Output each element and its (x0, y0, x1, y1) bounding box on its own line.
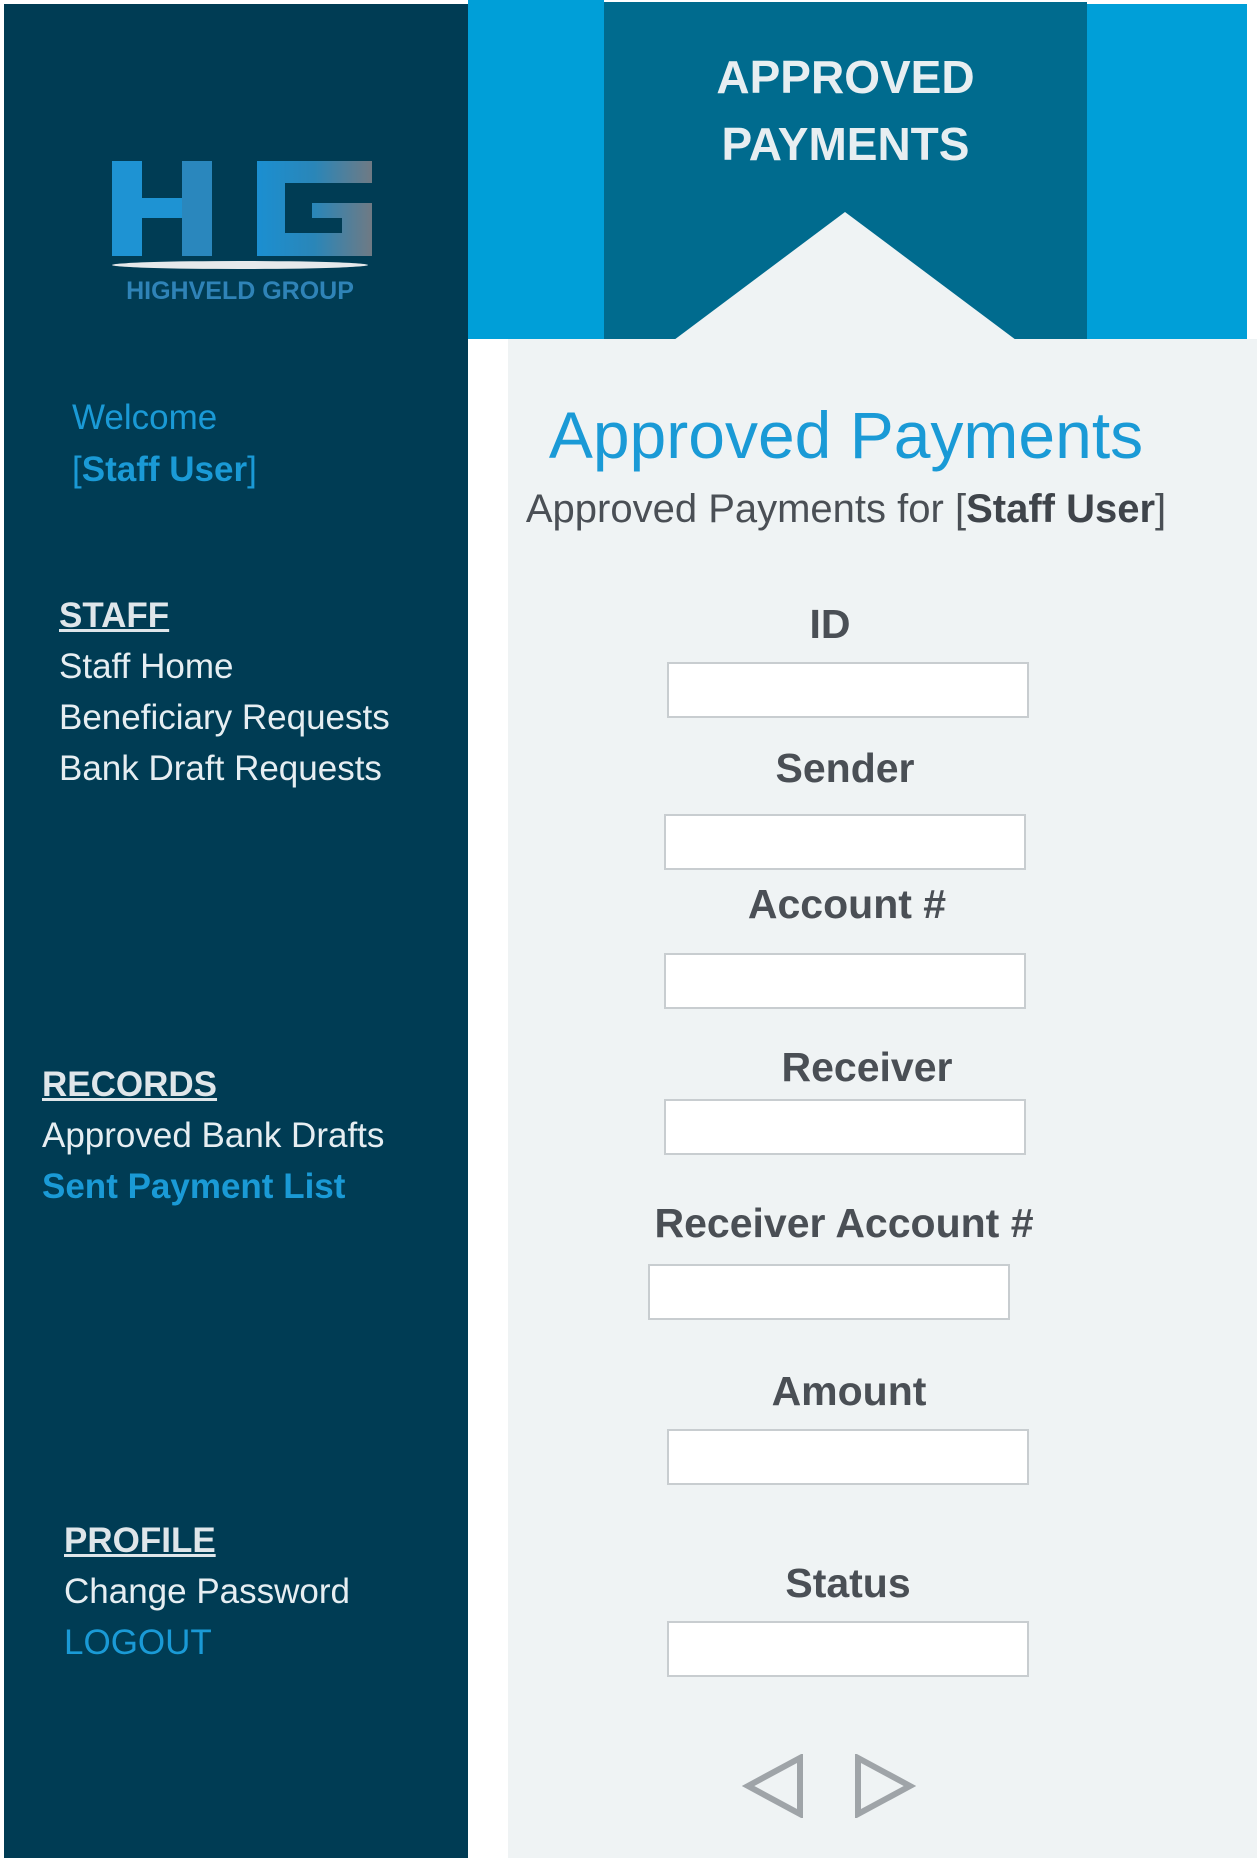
staff-nav: STAFF Staff Home Beneficiary Requests Ba… (59, 590, 390, 794)
hg-logo-icon: HIGHVELD GROUP (112, 161, 372, 305)
banner-left (468, 0, 604, 339)
nav-beneficiary-requests[interactable]: Beneficiary Requests (59, 692, 390, 743)
previous-button[interactable] (741, 1752, 806, 1820)
nav-approved-bank-drafts[interactable]: Approved Bank Drafts (42, 1110, 384, 1161)
banner-pointer (674, 212, 1016, 340)
account-field[interactable] (664, 953, 1026, 1009)
sender-field[interactable] (664, 814, 1026, 870)
welcome-user: [Staff User] (72, 450, 257, 489)
page-title: Approved Payments (548, 398, 1144, 472)
id-label: ID (809, 601, 851, 647)
logo-caption: HIGHVELD GROUP (126, 277, 354, 305)
nav-sent-payment-list[interactable]: Sent Payment List (42, 1161, 384, 1212)
records-heading: RECORDS (42, 1065, 218, 1104)
profile-nav: PROFILE Change Password LOGOUT (64, 1515, 350, 1668)
banner-title-line2: PAYMENTS (721, 118, 970, 170)
triangle-left-icon (741, 1752, 803, 1820)
status-field[interactable] (667, 1621, 1029, 1677)
banner-title-line1: APPROVED (716, 51, 975, 103)
nav-bank-draft-requests[interactable]: Bank Draft Requests (59, 743, 390, 794)
amount-label: Amount (771, 1368, 927, 1414)
sender-label: Sender (775, 745, 915, 791)
welcome-block: Welcome [Staff User] (72, 392, 257, 496)
nav-change-password[interactable]: Change Password (64, 1566, 350, 1617)
nav-staff-home[interactable]: Staff Home (59, 641, 390, 692)
receiver-account-label: Receiver Account # (654, 1200, 1034, 1246)
records-nav: RECORDS Approved Bank Drafts Sent Paymen… (42, 1059, 384, 1212)
receiver-field[interactable] (664, 1099, 1026, 1155)
banner-title: APPROVED PAYMENTS (604, 44, 1087, 178)
receiver-label: Receiver (781, 1044, 953, 1090)
account-label: Account # (747, 881, 947, 927)
page-subtitle: Approved Payments for [Staff User] (525, 487, 1167, 531)
status-label: Status (785, 1560, 911, 1606)
next-button[interactable] (852, 1752, 917, 1820)
profile-heading: PROFILE (64, 1521, 216, 1560)
logout-link[interactable]: LOGOUT (64, 1617, 350, 1668)
page-subtitle-text: Approved Payments for (525, 487, 944, 531)
welcome-text: Welcome (72, 398, 218, 437)
triangle-right-icon (855, 1752, 917, 1820)
page-subtitle-user: Staff User (966, 487, 1156, 531)
sidebar: HIGHVELD GROUP Welcome [Staff User] STAF… (4, 4, 468, 1858)
id-field[interactable] (667, 662, 1029, 718)
receiver-account-field[interactable] (648, 1264, 1010, 1320)
staff-heading: STAFF (59, 596, 170, 635)
welcome-username: Staff User (81, 450, 248, 489)
banner-right (1087, 4, 1247, 339)
amount-field[interactable] (667, 1429, 1029, 1485)
